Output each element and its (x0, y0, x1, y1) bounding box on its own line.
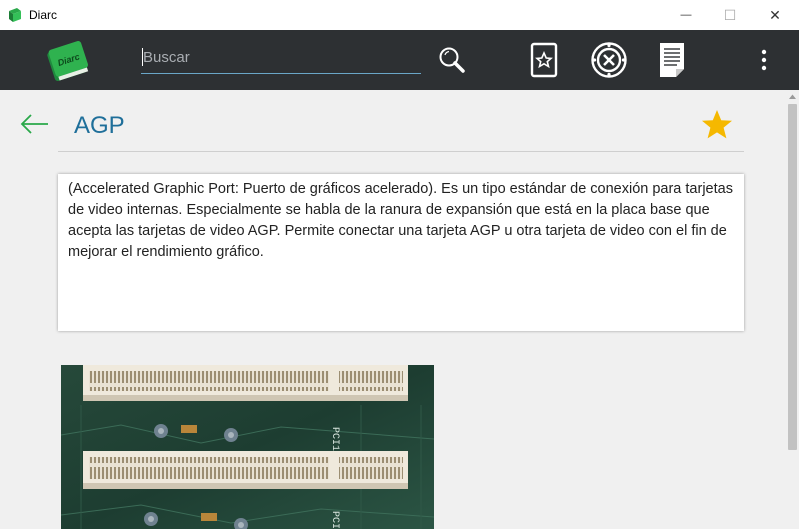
back-arrow-icon[interactable] (18, 112, 52, 136)
term-image: PCI1 PCI2 (61, 365, 434, 529)
pci1-label: PCI1 (329, 427, 340, 451)
maximize-button[interactable]: ☐ (707, 0, 753, 30)
diarc-logo[interactable]: Diarc (42, 36, 94, 86)
term-list-button[interactable] (653, 40, 693, 80)
term-detail-view: AGP (Accelerated Graphic Port: Puerto de… (0, 90, 786, 529)
search-icon (439, 47, 465, 73)
app-book-icon (9, 8, 21, 22)
search-button[interactable] (432, 40, 472, 80)
pci2-label: PCI2 (329, 511, 340, 529)
more-options-button[interactable] (744, 40, 784, 80)
close-button[interactable]: ✕ (752, 0, 798, 30)
more-vertical-icon (761, 49, 767, 71)
random-dice-icon (591, 42, 627, 78)
scrollbar-thumb[interactable] (788, 104, 797, 450)
favorite-star-icon[interactable] (700, 108, 734, 142)
text-caret (142, 48, 143, 66)
maximize-icon: ☐ (723, 6, 737, 23)
window-titlebar: Diarc — ☐ ✕ (0, 0, 799, 30)
search-field[interactable] (141, 42, 421, 74)
term-title: AGP (74, 112, 125, 139)
list-document-icon (660, 43, 684, 77)
definition-text: (Accelerated Graphic Port: Puerto de grá… (68, 181, 733, 260)
vertical-scrollbar[interactable] (786, 90, 799, 529)
window-title: Diarc (29, 8, 58, 22)
scroll-up-arrow-icon[interactable] (788, 93, 797, 101)
motherboard-photo: PCI1 PCI2 (61, 365, 434, 529)
title-divider (58, 151, 744, 152)
app-toolbar: Diarc (0, 30, 799, 90)
close-icon: ✕ (769, 6, 781, 23)
minimize-button[interactable]: — (663, 0, 709, 30)
minimize-icon: — (680, 9, 692, 21)
favorites-button[interactable] (524, 40, 564, 80)
search-input[interactable] (141, 42, 421, 72)
random-term-button[interactable] (589, 40, 629, 80)
bookmark-star-icon (530, 42, 558, 78)
definition-card: (Accelerated Graphic Port: Puerto de grá… (58, 174, 744, 331)
